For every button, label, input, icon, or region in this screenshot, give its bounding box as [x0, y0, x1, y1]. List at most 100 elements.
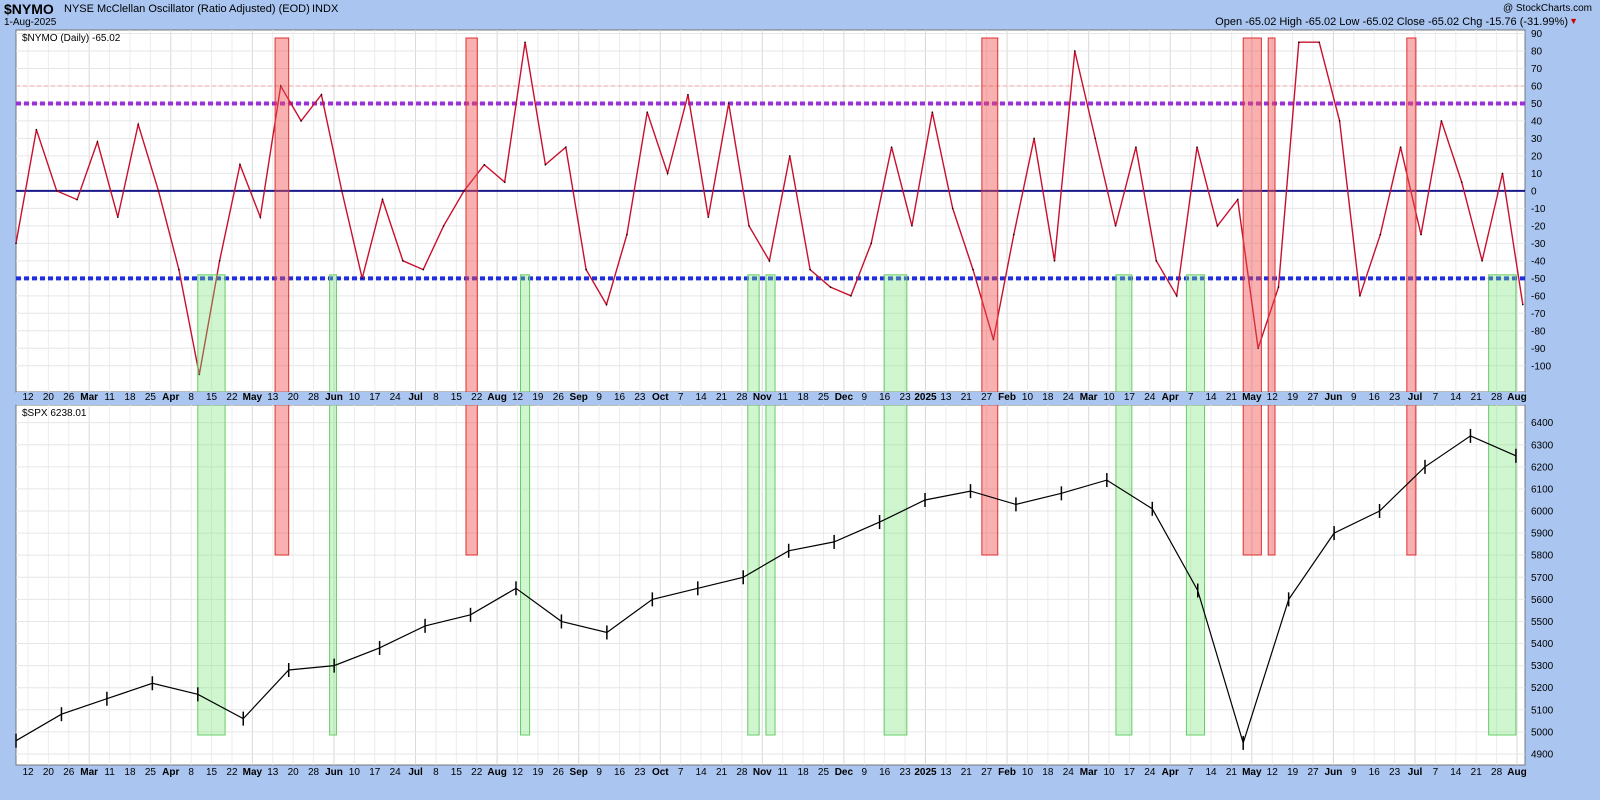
x-tick-label: 14: [1205, 767, 1217, 778]
x-tick-label: 9: [1351, 767, 1357, 778]
x-tick-label: 7: [1188, 392, 1194, 403]
y-tick-label: 4900: [1531, 749, 1554, 760]
nymo-point: [259, 216, 262, 218]
x-tick-label: 24: [390, 392, 402, 403]
nymo-point: [442, 225, 445, 227]
x-tick-label: 7: [678, 767, 684, 778]
x-tick-label: 2025: [914, 767, 937, 778]
x-tick-label: 28: [1491, 392, 1503, 403]
nymo-point: [931, 111, 934, 113]
x-tick-label: 28: [1491, 767, 1503, 778]
x-tick-label: 21: [961, 392, 973, 403]
nymo-point: [951, 207, 954, 210]
x-tick-label: 27: [1307, 767, 1319, 778]
y-tick-label: 5800: [1531, 551, 1554, 562]
x-tick-label: 17: [369, 392, 381, 403]
nymo-point: [1135, 146, 1137, 148]
x-tick-label: Aug: [487, 767, 506, 778]
x-tick-label: Jun: [1325, 767, 1343, 778]
x-tick-label: Mar: [80, 392, 98, 403]
x-tick-label: 23: [900, 392, 912, 403]
nymo-panel: 90 80 70 60 50 40 30 20 10 0 -10 -20 -30 -40 -50 -60 -70…: [15, 29, 1551, 393]
nymo-point: [483, 163, 486, 166]
y-tick-label: 5500: [1531, 617, 1554, 628]
y-tick-label: 0: [1531, 186, 1537, 197]
x-tick-label: 15: [451, 392, 463, 403]
nymo-legend: $NYMO (Daily) -65.02: [22, 33, 121, 44]
x-tick-label: 11: [778, 767, 789, 778]
x-tick-label: 14: [1450, 767, 1462, 778]
x-tick-label: Mar: [1080, 392, 1098, 403]
x-tick-label: 26: [63, 392, 75, 403]
nymo-point: [117, 216, 119, 218]
x-tick-label: 12: [1267, 767, 1279, 778]
x-tick-label: 12: [512, 767, 524, 778]
x-tick-label: 28: [308, 767, 320, 778]
x-tick-label: 18: [798, 392, 810, 403]
buy-signal-band: [1185, 274, 1206, 736]
nymo-point: [809, 268, 811, 271]
x-tick-label: 16: [1369, 767, 1381, 778]
nymo-point: [850, 295, 852, 297]
x-tick-label: 19: [1287, 392, 1299, 403]
y-tick-label: 60: [1531, 81, 1543, 92]
x-tick-label: 22: [226, 767, 238, 778]
nymo-point: [1012, 233, 1015, 236]
x-tick-label: 9: [862, 392, 868, 403]
x-tick-label: 25: [818, 392, 830, 403]
x-tick-label: 25: [818, 767, 830, 778]
nymo-point: [340, 190, 343, 192]
y-tick-label: 40: [1531, 116, 1543, 127]
nymo-point: [544, 163, 547, 166]
x-tick-label: May: [243, 767, 263, 778]
y-tick-label: 5000: [1531, 727, 1554, 738]
x-tick-label: 18: [1042, 767, 1054, 778]
x-tick-label: May: [1242, 392, 1262, 403]
x-tick-label: 13: [267, 392, 279, 403]
x-tick-label: Mar: [1080, 767, 1098, 778]
nymo-point: [1236, 198, 1239, 201]
x-tick-label: 9: [596, 392, 602, 403]
y-tick-label: 6200: [1531, 462, 1554, 473]
x-tick-label: Aug: [487, 392, 506, 403]
x-tick-label: 12: [512, 392, 524, 403]
y-tick-label: 70: [1531, 64, 1543, 75]
x-tick-label: Feb: [998, 767, 1016, 778]
x-tick-label: 17: [1124, 392, 1136, 403]
nymo-point: [1399, 146, 1402, 148]
x-tick-label: 26: [553, 392, 565, 403]
x-tick-label: 16: [879, 392, 891, 403]
nymo-point: [727, 102, 730, 105]
x-tick-label: Oct: [652, 767, 669, 778]
x-tick-label: May: [243, 392, 263, 403]
sell-signal-band: [274, 37, 290, 556]
x-tick-label: 23: [634, 392, 646, 403]
x-tick-label: 10: [349, 392, 361, 403]
x-tick-label: Apr: [1162, 767, 1179, 778]
buy-signal-band: [883, 274, 908, 736]
x-tick-label: 27: [981, 392, 993, 403]
nymo-point: [1359, 295, 1361, 297]
x-tick-label: May: [1242, 767, 1262, 778]
nymo-point: [1094, 137, 1097, 140]
x-tick-label: Dec: [835, 392, 854, 403]
x-tick-label: 28: [308, 392, 320, 403]
x-tick-label: 8: [188, 392, 194, 403]
nymo-point: [1522, 303, 1524, 306]
x-tick-label: Jul: [408, 392, 423, 403]
x-tick-label: Apr: [1162, 392, 1179, 403]
x-tick-label: 13: [267, 767, 279, 778]
x-tick-label: 26: [553, 767, 565, 778]
x-tick-label: 16: [614, 392, 626, 403]
nymo-point: [707, 216, 710, 218]
x-tick-label: 7: [1433, 392, 1439, 403]
x-tick-label: 28: [736, 392, 748, 403]
nymo-point: [1460, 181, 1463, 183]
y-tick-label: 6400: [1531, 418, 1554, 429]
nymo-point: [503, 181, 506, 183]
x-tick-label: 21: [1226, 767, 1238, 778]
y-tick-label: 5400: [1531, 639, 1554, 650]
x-tick-label: Nov: [753, 767, 772, 778]
x-tick-label: 21: [1471, 767, 1483, 778]
nymo-point: [463, 190, 465, 192]
